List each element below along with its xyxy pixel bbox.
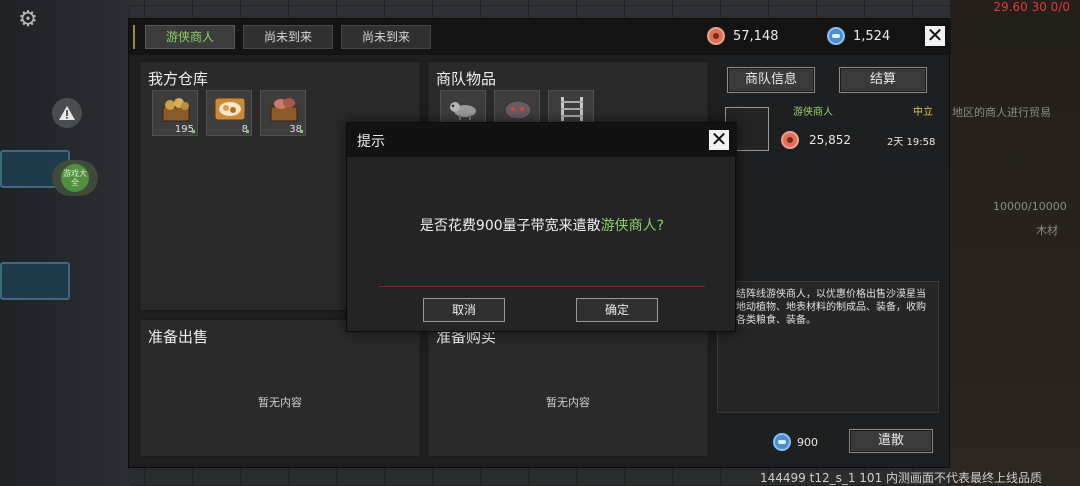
bandwidth-icon xyxy=(773,433,791,451)
item-dot xyxy=(246,130,249,133)
settle-button[interactable]: 结算 xyxy=(839,67,927,93)
coin-balance: 57,148 xyxy=(707,27,779,45)
item-dot xyxy=(300,130,303,133)
game-center-badge-icon[interactable]: 游戏大全 xyxy=(52,160,98,196)
plate-of-food-icon xyxy=(214,97,246,121)
tab-merchant-3[interactable]: 尚未到来 xyxy=(341,25,431,49)
hedgehog-creature-icon xyxy=(504,100,532,120)
merchant-name: 游侠商人 xyxy=(793,107,833,118)
dismiss-cost-amount: 900 xyxy=(797,435,818,449)
left-hud-strip xyxy=(0,0,130,486)
dialog-message: 是否花费900量子带宽来遣散游侠商人? xyxy=(347,215,737,235)
coin-icon xyxy=(781,131,799,149)
dismiss-cost: 900 xyxy=(773,433,818,451)
dialog-divider xyxy=(379,286,705,287)
top-right-readout: 29.60 30 0/0 xyxy=(993,0,1070,14)
buy-box: 准备购买 暂无内容 xyxy=(427,319,709,457)
caravan-info-button[interactable]: 商队信息 xyxy=(727,67,815,93)
tab-merchant-2[interactable]: 尚未到来 xyxy=(243,25,333,49)
close-icon[interactable]: ✕ xyxy=(923,24,947,48)
dialog-message-prefix: 是否花费900量子带宽来遣散 xyxy=(419,218,601,234)
background-capacity: 10000/10000 xyxy=(993,200,1067,213)
right-background xyxy=(950,0,1080,486)
dialog-close-icon[interactable]: ✕ xyxy=(707,128,731,152)
background-material-label: 木材 xyxy=(1036,224,1058,237)
coin-amount: 57,148 xyxy=(733,28,779,44)
item-dot xyxy=(192,130,195,133)
tab-accent xyxy=(133,25,135,49)
dialog-title: 提示 xyxy=(357,134,385,150)
buy-empty-text: 暂无内容 xyxy=(546,396,590,409)
confirm-button[interactable]: 确定 xyxy=(576,298,658,322)
merchant-info-column: 商队信息 结算 游侠商人 中立 25,852 2天 19:58 结阵线游侠商人，… xyxy=(715,59,941,461)
cancel-button[interactable]: 取消 xyxy=(423,298,505,322)
bandwidth-amount: 1,524 xyxy=(853,28,891,44)
badge-label: 游戏大全 xyxy=(61,164,89,192)
dismiss-button[interactable]: 遣散 xyxy=(849,429,933,453)
merchant-card: 游侠商人 中立 25,852 2天 19:58 xyxy=(717,101,939,161)
metal-ladder-icon xyxy=(561,97,583,121)
warehouse-slot[interactable]: 195 xyxy=(152,90,198,136)
sell-empty-text: 暂无内容 xyxy=(258,396,302,409)
merchant-coins: 25,852 xyxy=(781,131,851,149)
merchant-time-left: 2天 19:58 xyxy=(887,137,936,148)
background-console xyxy=(0,262,70,300)
dialog-header: 提示 xyxy=(347,123,737,157)
coin-icon xyxy=(707,27,725,45)
sell-title: 准备出售 xyxy=(148,328,209,346)
gear-icon[interactable]: ⚙ xyxy=(16,8,40,32)
background-note: 地区的商人进行贸易 xyxy=(952,106,1051,119)
footer-version-text: 144499 t12_s_1 101 内测画面不代表最终上线品质 xyxy=(760,471,1043,485)
warehouse-title: 我方仓库 xyxy=(148,70,209,88)
data-balance: 1,524 xyxy=(827,27,890,45)
merchant-coin-amount: 25,852 xyxy=(809,133,851,147)
crate-of-potatoes-icon xyxy=(162,98,190,122)
dialog-message-highlight: 游侠商人 xyxy=(600,218,657,234)
dialog-message-suffix: ? xyxy=(656,218,665,234)
warehouse-slot[interactable]: 38 xyxy=(260,90,306,136)
crate-of-meat-icon xyxy=(270,98,298,122)
tab-bar: 游侠商人 尚未到来 尚未到来 57,148 1,524 ✕ xyxy=(129,19,951,55)
bandwidth-icon xyxy=(827,27,845,45)
merchant-stance: 中立 xyxy=(913,107,933,118)
warehouse-slot[interactable]: 8 xyxy=(206,90,252,136)
tab-merchant-1[interactable]: 游侠商人 xyxy=(145,25,235,49)
raccoon-creature-icon xyxy=(450,102,476,120)
sell-box: 准备出售 暂无内容 xyxy=(139,319,421,457)
merchant-description: 结阵线游侠商人，以优惠价格出售沙漠星当地动植物、地表材料的制成品、装备，收购各类… xyxy=(717,281,939,413)
caravan-title: 商队物品 xyxy=(436,70,497,88)
warning-icon[interactable] xyxy=(52,98,82,128)
confirm-dialog: 提示 ✕ 是否花费900量子带宽来遣散游侠商人? 取消 确定 xyxy=(346,122,737,332)
